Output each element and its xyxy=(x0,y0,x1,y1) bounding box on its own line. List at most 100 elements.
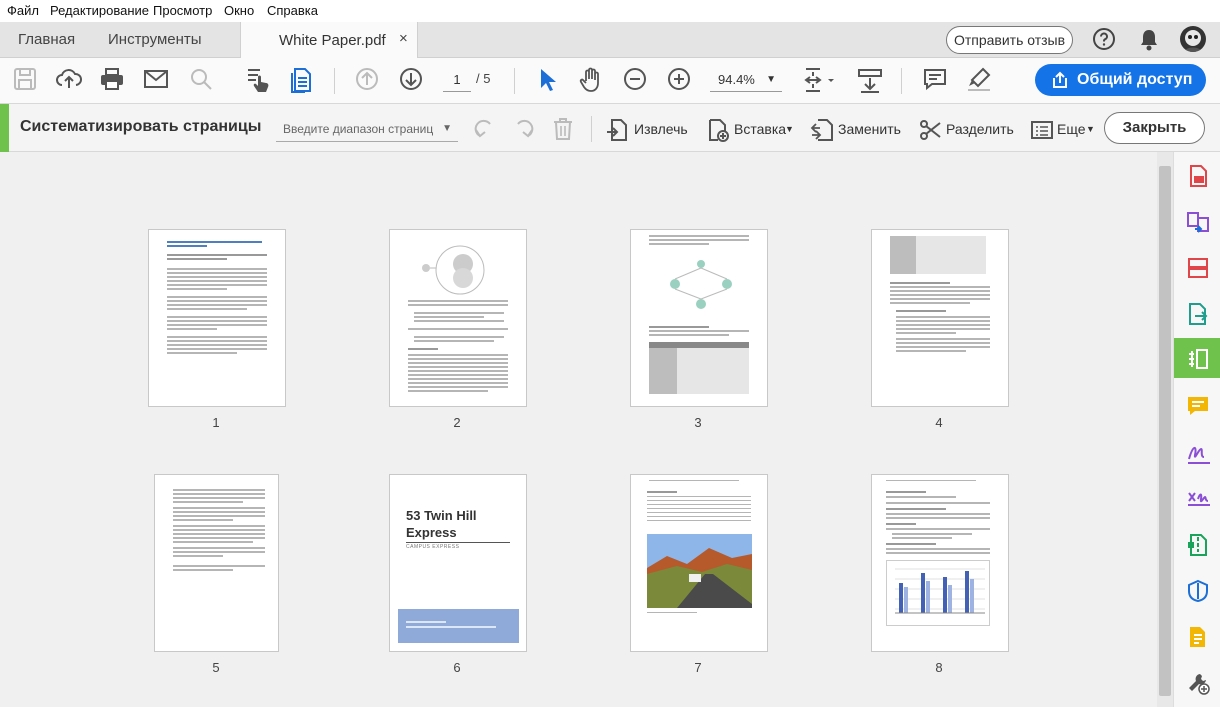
page-thumbnail-5[interactable] xyxy=(154,474,279,652)
thumb-line xyxy=(167,352,237,354)
thumb-line xyxy=(406,621,446,623)
tab-tools[interactable]: Инструменты xyxy=(108,22,202,58)
export-pdf-icon[interactable] xyxy=(1174,616,1220,656)
highlighter-icon[interactable] xyxy=(966,66,996,96)
comment-icon[interactable] xyxy=(1174,385,1220,425)
page-thumbnail-4[interactable] xyxy=(871,229,1009,407)
menu-help[interactable]: Справка xyxy=(267,3,318,18)
close-tool-button[interactable]: Закрыть xyxy=(1104,112,1205,144)
help-icon[interactable] xyxy=(1092,27,1116,51)
more-tools-icon[interactable] xyxy=(1174,662,1220,702)
page-number-label: 8 xyxy=(935,660,943,675)
page-thumbnail-7[interactable] xyxy=(630,474,768,652)
zoom-in-icon[interactable] xyxy=(666,66,696,96)
feedback-button[interactable]: Отправить отзыв xyxy=(946,26,1073,54)
thumb-line xyxy=(173,501,243,503)
thumb-line xyxy=(649,326,709,328)
chevron-down-icon: ▼ xyxy=(442,123,452,134)
combine-files-icon[interactable] xyxy=(1174,201,1220,241)
select-arrow-icon[interactable] xyxy=(534,66,564,96)
share-button[interactable]: Общий доступ xyxy=(1035,64,1206,96)
menu-window[interactable]: Окно xyxy=(224,3,254,18)
page-thumbnail-8[interactable] xyxy=(871,474,1009,652)
thumb-line xyxy=(173,533,265,535)
page-range-input[interactable]: Введите диапазон страниц ▼ xyxy=(276,116,458,142)
thumb-line xyxy=(167,336,267,338)
thumb-line xyxy=(649,480,739,481)
create-pdf-icon[interactable] xyxy=(1174,155,1220,195)
zoom-level-dropdown[interactable]: 94.4% ▼ xyxy=(710,68,782,92)
send-for-signature-icon[interactable] xyxy=(1174,478,1220,518)
fit-page-icon[interactable] xyxy=(802,66,838,96)
thumb-line xyxy=(408,386,508,388)
scroll-mode-icon[interactable] xyxy=(857,66,887,96)
comment-icon[interactable] xyxy=(922,66,952,96)
page-thumbnail-6[interactable]: 53 Twin Hill Express CAMPUS EXPRESS xyxy=(389,474,527,652)
replace-button[interactable]: Заменить xyxy=(810,116,902,142)
extract-button[interactable]: Извлечь xyxy=(605,116,690,142)
split-button[interactable]: Разделить xyxy=(919,116,1014,142)
page-down-icon[interactable] xyxy=(398,66,428,96)
menu-bar: Файл Редактирование Просмотр Окно Справк… xyxy=(0,0,1220,22)
thumb-line xyxy=(408,304,508,306)
thumb-line xyxy=(414,320,504,322)
close-tab-icon[interactable]: × xyxy=(399,30,408,47)
notifications-bell-icon[interactable] xyxy=(1138,28,1160,52)
pan-hand-icon[interactable] xyxy=(578,66,608,96)
undo-icon[interactable] xyxy=(472,116,498,142)
compress-icon[interactable] xyxy=(1174,524,1220,564)
table-image xyxy=(890,236,986,274)
more-button[interactable]: Еще ▼ xyxy=(1030,116,1096,142)
thumb-line xyxy=(886,491,926,493)
protect-icon[interactable] xyxy=(1174,570,1220,610)
print-icon[interactable] xyxy=(99,66,129,96)
organize-pages-icon[interactable] xyxy=(1174,247,1220,287)
redo-icon[interactable] xyxy=(510,116,536,142)
hand-pointer-icon[interactable] xyxy=(244,66,274,96)
thumb-line xyxy=(406,626,496,628)
more-label: Еще xyxy=(1057,121,1086,137)
avatar[interactable] xyxy=(1180,26,1206,52)
insert-button[interactable]: Вставка ▼ xyxy=(706,116,796,142)
thumb-line xyxy=(167,304,267,306)
zoom-out-icon[interactable] xyxy=(622,66,652,96)
upload-cloud-icon[interactable] xyxy=(55,66,85,96)
share-icon xyxy=(1053,71,1067,88)
delete-trash-icon[interactable] xyxy=(551,116,577,142)
fill-sign-icon[interactable] xyxy=(1174,432,1220,472)
vertical-scrollbar[interactable] xyxy=(1157,152,1173,707)
cover-band xyxy=(398,609,519,643)
thumb-line xyxy=(414,340,494,342)
tab-home[interactable]: Главная xyxy=(18,22,75,58)
scrollbar-thumb[interactable] xyxy=(1159,166,1171,696)
menu-file[interactable]: Файл xyxy=(7,3,39,18)
thumb-line xyxy=(167,268,267,270)
save-icon[interactable] xyxy=(12,66,42,96)
document-icon[interactable] xyxy=(289,66,319,96)
export-pdf-icon[interactable] xyxy=(1174,293,1220,333)
search-icon[interactable] xyxy=(188,66,218,96)
page-thumbnail-3[interactable] xyxy=(630,229,768,407)
thumb-line xyxy=(649,334,729,336)
email-icon[interactable] xyxy=(143,66,173,96)
menu-view[interactable]: Просмотр xyxy=(153,3,212,18)
thumb-line xyxy=(167,348,267,350)
page-thumbnail-2[interactable] xyxy=(389,229,527,407)
thumb-line xyxy=(649,243,709,245)
thumb-line xyxy=(167,300,267,302)
thumb-line xyxy=(647,508,751,509)
page-number-label: 2 xyxy=(453,415,461,430)
page-thumbnail-1[interactable] xyxy=(148,229,286,407)
thumb-line xyxy=(167,245,207,247)
thumb-line xyxy=(173,555,223,557)
page-number-input[interactable]: 1 xyxy=(443,68,471,92)
menu-edit[interactable]: Редактирование xyxy=(50,3,149,18)
edit-pdf-icon[interactable] xyxy=(1174,338,1220,378)
page-up-icon[interactable] xyxy=(354,66,384,96)
thumb-line xyxy=(647,504,751,505)
tab-document[interactable]: White Paper.pdf × xyxy=(240,22,418,59)
page-number-label: 3 xyxy=(694,415,702,430)
thumb-line xyxy=(173,547,265,549)
thumb-line xyxy=(647,500,751,501)
thumb-line xyxy=(647,491,677,493)
